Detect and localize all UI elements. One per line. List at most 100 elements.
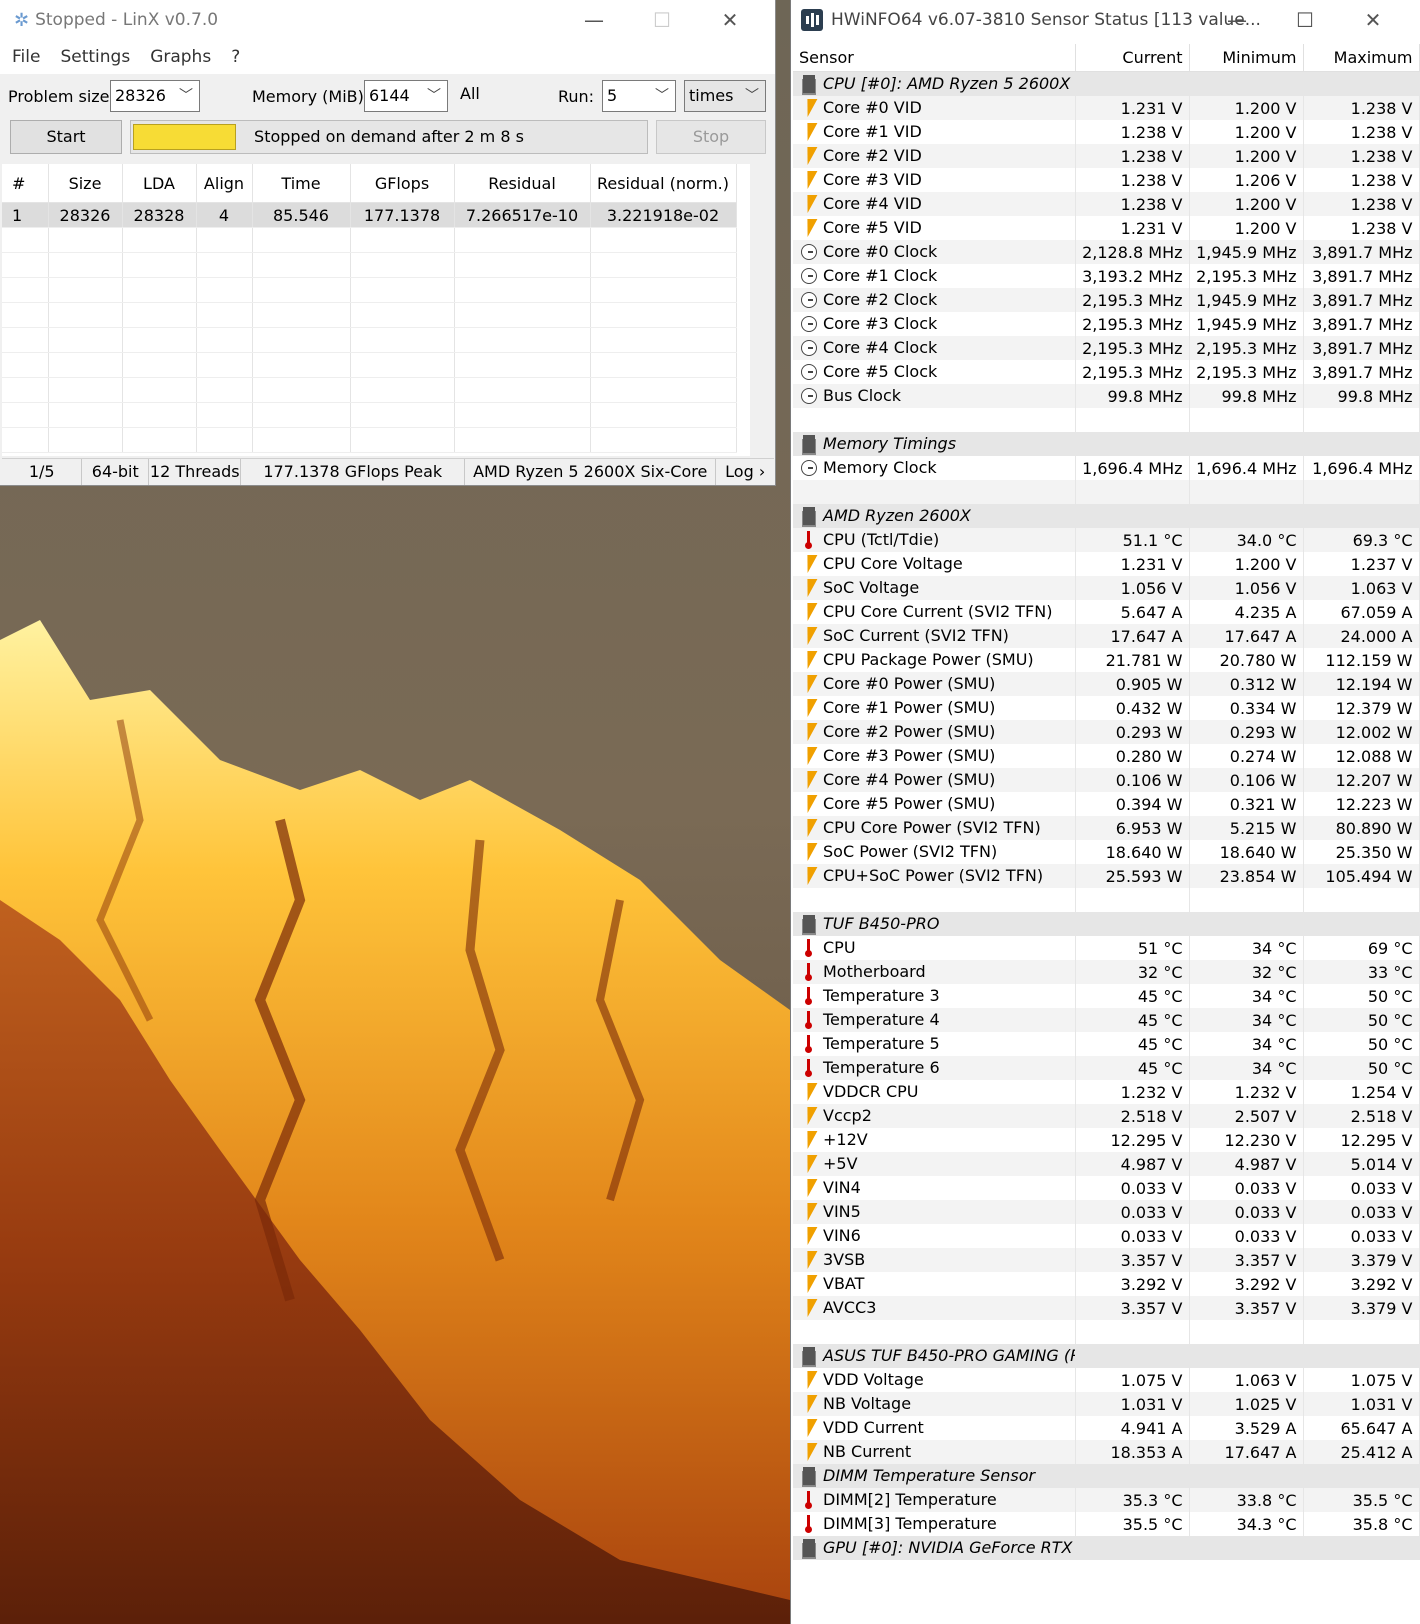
grid-col-header[interactable]: GFlops <box>350 164 455 203</box>
sensor-row[interactable]: Temperature 6 45 °C 34 °C 50 °C <box>793 1056 1420 1080</box>
sensor-row[interactable]: VBAT 3.292 V 3.292 V 3.292 V <box>793 1272 1420 1296</box>
sensor-row[interactable]: +12V 12.295 V 12.230 V 12.295 V <box>793 1128 1420 1152</box>
sensor-row[interactable]: Motherboard 32 °C 32 °C 33 °C <box>793 960 1420 984</box>
grid-row[interactable] <box>2 352 737 378</box>
sensor-group-row[interactable]: Memory Timings <box>793 432 1420 456</box>
sensor-row[interactable]: AVCC3 3.357 V 3.357 V 3.379 V <box>793 1296 1420 1320</box>
menu-help[interactable]: ? <box>231 47 240 67</box>
grid-row[interactable] <box>2 227 737 253</box>
grid-col-header[interactable]: # <box>2 164 49 203</box>
sensor-row[interactable]: CPU Core Voltage 1.231 V 1.200 V 1.237 V <box>793 552 1420 576</box>
sensor-row[interactable]: Core #5 Clock 2,195.3 MHz 2,195.3 MHz 3,891… <box>793 360 1420 384</box>
sensor-row[interactable]: Core #5 VID 1.231 V 1.200 V 1.238 V <box>793 216 1420 240</box>
grid-row[interactable] <box>2 377 737 403</box>
sensor-row[interactable]: NB Current 18.353 A 17.647 A 25.412 A <box>793 1440 1420 1464</box>
close-button[interactable]: ✕ <box>696 0 764 40</box>
sensor-group-row[interactable]: ASUS TUF B450-PRO GAMING (R... <box>793 1344 1420 1368</box>
grid-col-header[interactable]: Time <box>252 164 351 203</box>
sensor-row[interactable]: DIMM[2] Temperature 35.3 °C 33.8 °C 35.5 °C <box>793 1488 1420 1512</box>
sensor-row[interactable]: Temperature 4 45 °C 34 °C 50 °C <box>793 1008 1420 1032</box>
sensor-row[interactable]: Vccp2 2.518 V 2.507 V 2.518 V <box>793 1104 1420 1128</box>
sensor-row[interactable]: Core #4 Clock 2,195.3 MHz 2,195.3 MHz 3,891… <box>793 336 1420 360</box>
sensor-row[interactable]: Core #3 VID 1.238 V 1.206 V 1.238 V <box>793 168 1420 192</box>
sensor-row[interactable]: Core #3 Power (SMU) 0.280 W 0.274 W 12.088 … <box>793 744 1420 768</box>
sensor-row[interactable]: +5V 4.987 V 4.987 V 5.014 V <box>793 1152 1420 1176</box>
sensor-row[interactable]: CPU+SoC Power (SVI2 TFN) 25.593 W 23.854 W… <box>793 864 1420 888</box>
sensor-row[interactable]: Core #0 VID 1.231 V 1.200 V 1.238 V <box>793 96 1420 120</box>
grid-col-header[interactable]: Size <box>48 164 123 203</box>
all-checkbox-label[interactable]: All <box>460 84 480 103</box>
sensor-row[interactable]: Bus Clock 99.8 MHz 99.8 MHz 99.8 MHz <box>793 384 1420 408</box>
sensor-row[interactable]: Memory Clock 1,696.4 MHz 1,696.4 MHz 1,696.… <box>793 456 1420 480</box>
hw-maximize-button[interactable]: ☐ <box>1271 0 1339 40</box>
col-sensor[interactable]: Sensor <box>793 44 1076 72</box>
sensor-group-row[interactable]: AMD Ryzen 2600X <box>793 504 1420 528</box>
sensor-row[interactable]: Core #0 Clock 2,128.8 MHz 1,945.9 MHz 3,891… <box>793 240 1420 264</box>
sensor-row[interactable]: VIN5 0.033 V 0.033 V 0.033 V <box>793 1200 1420 1224</box>
sensor-table[interactable]: Sensor Current Minimum Maximum CPU [#0]:… <box>793 44 1420 1560</box>
menu-file[interactable]: File <box>12 47 40 67</box>
maximize-button[interactable]: ☐ <box>628 0 696 40</box>
grid-row[interactable] <box>2 302 737 328</box>
sensor-row[interactable]: VDDCR CPU 1.232 V 1.232 V 1.254 V <box>793 1080 1420 1104</box>
sensor-row[interactable]: CPU Core Power (SVI2 TFN) 6.953 W 5.215 W8… <box>793 816 1420 840</box>
sensor-row[interactable]: Core #2 VID 1.238 V 1.200 V 1.238 V <box>793 144 1420 168</box>
hwinfo-titlebar[interactable]: HWiNFO64 v6.07-3810 Sensor Status [113 v… <box>791 0 1420 40</box>
grid-col-header[interactable]: Residual <box>454 164 591 203</box>
run-unit-combo[interactable]: times ﹀ <box>684 80 766 112</box>
sensor-row[interactable]: Temperature 3 45 °C 34 °C 50 °C <box>793 984 1420 1008</box>
sensor-row[interactable]: DIMM[3] Temperature 35.5 °C 34.3 °C 35.8 °C <box>793 1512 1420 1536</box>
sensor-row[interactable]: Temperature 5 45 °C 34 °C 50 °C <box>793 1032 1420 1056</box>
grid-row[interactable] <box>2 252 737 278</box>
linx-titlebar[interactable]: ✲ Stopped - LinX v0.7.0 — ☐ ✕ <box>0 0 775 40</box>
sensor-row[interactable]: CPU (Tctl/Tdie) 51.1 °C 34.0 °C 69.3 °C <box>793 528 1420 552</box>
sensor-row[interactable]: 3VSB 3.357 V 3.357 V 3.379 V <box>793 1248 1420 1272</box>
grid-row[interactable] <box>2 402 737 428</box>
sensor-row[interactable]: VIN4 0.033 V 0.033 V 0.033 V <box>793 1176 1420 1200</box>
sensor-row[interactable]: Core #2 Power (SMU) 0.293 W 0.293 W 12.002 … <box>793 720 1420 744</box>
grid-row[interactable] <box>2 277 737 303</box>
sensor-group-row[interactable]: GPU [#0]: NVIDIA GeForce RTX ... <box>793 1536 1420 1560</box>
sensor-row[interactable]: SoC Voltage 1.056 V 1.056 V 1.063 V <box>793 576 1420 600</box>
grid-col-header[interactable]: LDA <box>122 164 197 203</box>
grid-col-header[interactable]: Align <box>196 164 253 203</box>
sensor-row[interactable]: CPU 51 °C 34 °C 69 °C <box>793 936 1420 960</box>
sensor-row[interactable]: Core #1 Clock 3,193.2 MHz 2,195.3 MHz 3,891… <box>793 264 1420 288</box>
grid-row[interactable]: 1 28326 28328 4 85.546 177.1378 7.266517e-10 3.… <box>2 202 737 228</box>
sensor-row[interactable]: Core #1 Power (SMU) 0.432 W 0.334 W 12.379 … <box>793 696 1420 720</box>
sensor-row[interactable]: VDD Current 4.941 A 3.529 A 65.647 A <box>793 1416 1420 1440</box>
sensor-group-row[interactable]: TUF B450-PRO <box>793 912 1420 936</box>
col-current[interactable]: Current <box>1075 44 1190 72</box>
grid-row[interactable] <box>2 327 737 353</box>
results-grid[interactable]: # Size LDA Align Time GFlops Residual Residual … <box>2 164 750 456</box>
menu-graphs[interactable]: Graphs <box>150 47 211 67</box>
sensor-row[interactable]: SoC Power (SVI2 TFN) 18.640 W 18.640 W 25.3… <box>793 840 1420 864</box>
start-button[interactable]: Start <box>10 120 122 154</box>
problem-size-combo[interactable]: 28326 ﹀ <box>110 80 200 112</box>
sensor-row[interactable]: Core #1 VID 1.238 V 1.200 V 1.238 V <box>793 120 1420 144</box>
sensor-row[interactable]: Core #4 Power (SMU) 0.106 W 0.106 W 12.207 … <box>793 768 1420 792</box>
stop-button[interactable]: Stop <box>656 120 766 154</box>
sensor-row[interactable]: SoC Current (SVI2 TFN) 17.647 A 17.647 A 24… <box>793 624 1420 648</box>
sensor-row[interactable]: CPU Core Current (SVI2 TFN) 5.647 A 4.235 … <box>793 600 1420 624</box>
sensor-row[interactable]: VIN6 0.033 V 0.033 V 0.033 V <box>793 1224 1420 1248</box>
sensor-row[interactable]: NB Voltage 1.031 V 1.025 V 1.031 V <box>793 1392 1420 1416</box>
log-button[interactable]: Log › <box>716 459 774 485</box>
sensor-row[interactable]: Core #2 Clock 2,195.3 MHz 1,945.9 MHz 3,891… <box>793 288 1420 312</box>
col-minimum[interactable]: Minimum <box>1189 44 1304 72</box>
hw-close-button[interactable]: ✕ <box>1339 0 1407 40</box>
sensor-group-row[interactable]: DIMM Temperature Sensor <box>793 1464 1420 1488</box>
col-maximum[interactable]: Maximum <box>1303 44 1420 72</box>
sensor-row[interactable]: Core #4 VID 1.238 V 1.200 V 1.238 V <box>793 192 1420 216</box>
grid-row[interactable] <box>2 427 737 453</box>
memory-combo[interactable]: 6144 ﹀ <box>364 80 448 112</box>
sensor-row[interactable]: Core #5 Power (SMU) 0.394 W 0.321 W 12.223 … <box>793 792 1420 816</box>
sensor-row[interactable]: CPU Package Power (SMU) 21.781 W 20.780 W1… <box>793 648 1420 672</box>
minimize-button[interactable]: — <box>560 0 628 40</box>
run-count-combo[interactable]: 5 ﹀ <box>602 80 676 112</box>
menu-settings[interactable]: Settings <box>60 47 130 67</box>
sensor-row[interactable]: Core #3 Clock 2,195.3 MHz 1,945.9 MHz 3,891… <box>793 312 1420 336</box>
hw-minimize-button[interactable]: — <box>1203 0 1271 40</box>
sensor-row[interactable]: Core #0 Power (SMU) 0.905 W 0.312 W 12.194 … <box>793 672 1420 696</box>
sensor-row[interactable]: VDD Voltage 1.075 V 1.063 V 1.075 V <box>793 1368 1420 1392</box>
